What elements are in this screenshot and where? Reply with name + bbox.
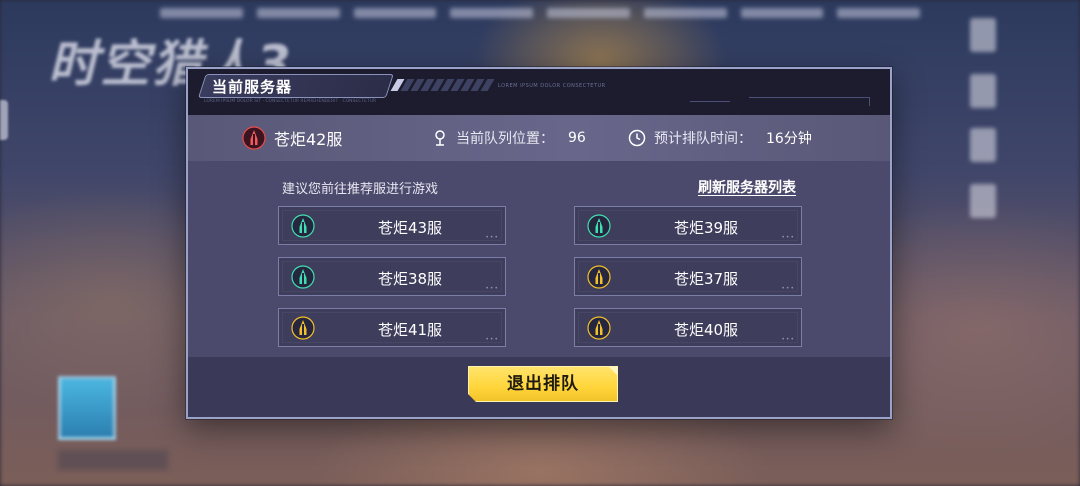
dialog-footer: 退出排队 [188, 357, 890, 417]
server-button[interactable]: 苍炬37服 ••• [574, 257, 802, 296]
button-decor-dots: ••• [781, 336, 795, 343]
clock-icon [628, 129, 646, 147]
header-decor-text: LOREM IPSUM DOLOR CONSECTETUR [498, 83, 606, 89]
server-button[interactable]: 苍炬39服 ••• [574, 206, 802, 245]
side-book-icon [970, 184, 996, 218]
background-left-text [58, 450, 168, 470]
server-name: 苍炬43服 [377, 219, 443, 237]
queue-position-label: 当前队列位置： [456, 131, 554, 147]
server-name: 苍炬39服 [673, 219, 739, 237]
header-decor-line [749, 97, 870, 106]
button-decor-dots: ••• [485, 336, 499, 343]
estimated-time-value: 16分钟 [766, 131, 812, 147]
button-decor-dots: ••• [485, 285, 499, 292]
queue-position: 当前队列位置： 96 [432, 128, 586, 148]
button-decor-dots: ••• [485, 234, 499, 241]
queue-dialog: 当前服务器 LOREM IPSUM DOLOR CONSECTETUR LORE… [186, 67, 892, 419]
side-notice-icon [970, 128, 996, 162]
server-list-area: 建议您前往推荐服进行游戏 刷新服务器列表 苍炬43服 ••• 苍炬39服 •••… [188, 161, 890, 357]
dialog-header: 当前服务器 LOREM IPSUM DOLOR CONSECTETUR LORE… [188, 69, 890, 115]
suggest-text: 建议您前往推荐服进行游戏 [282, 182, 439, 197]
server-name: 苍炬40服 [673, 321, 739, 339]
queue-info-bar: 苍炬42服 当前队列位置： 96 预计排队时间： 16分钟 [188, 115, 890, 161]
server-name: 苍炬38服 [377, 270, 443, 288]
age-rating-badge [58, 376, 116, 440]
queue-position-value: 96 [568, 130, 586, 146]
side-download-icon [970, 18, 996, 52]
server-button[interactable]: 苍炬43服 ••• [278, 206, 506, 245]
server-button[interactable]: 苍炬41服 ••• [278, 308, 506, 347]
current-server-name: 苍炬42服 [274, 130, 343, 149]
location-pin-icon [435, 130, 445, 146]
side-gift-icon [970, 74, 996, 108]
estimated-time: 预计排队时间： 16分钟 [628, 128, 812, 148]
server-button[interactable]: 苍炬40服 ••• [574, 308, 802, 347]
side-tab-handle [0, 100, 8, 140]
current-server: 苍炬42服 [242, 126, 342, 150]
dialog-title: 当前服务器 [212, 78, 293, 96]
server-name: 苍炬37服 [673, 270, 739, 288]
button-decor-dots: ••• [781, 285, 795, 292]
estimated-time-label: 预计排队时间： [654, 131, 752, 147]
server-grid: 苍炬43服 ••• 苍炬39服 ••• 苍炬38服 ••• 苍炬37服 ••• … [278, 206, 802, 347]
refresh-server-list-button[interactable]: 刷新服务器列表 [698, 177, 796, 197]
server-name: 苍炬41服 [377, 321, 443, 339]
exit-queue-button[interactable]: 退出排队 [468, 366, 618, 402]
background-top-strip [160, 4, 920, 22]
header-decor-line-2 [690, 101, 730, 102]
header-stripes [390, 79, 495, 91]
server-button[interactable]: 苍炬38服 ••• [278, 257, 506, 296]
header-decor-text-left: LOREM IPSUM DOLOR SIT · CONSECTETUR REPR… [204, 99, 377, 104]
server-red-icon [242, 126, 266, 150]
exit-queue-label: 退出排队 [507, 374, 579, 394]
button-decor-dots: ••• [781, 234, 795, 241]
